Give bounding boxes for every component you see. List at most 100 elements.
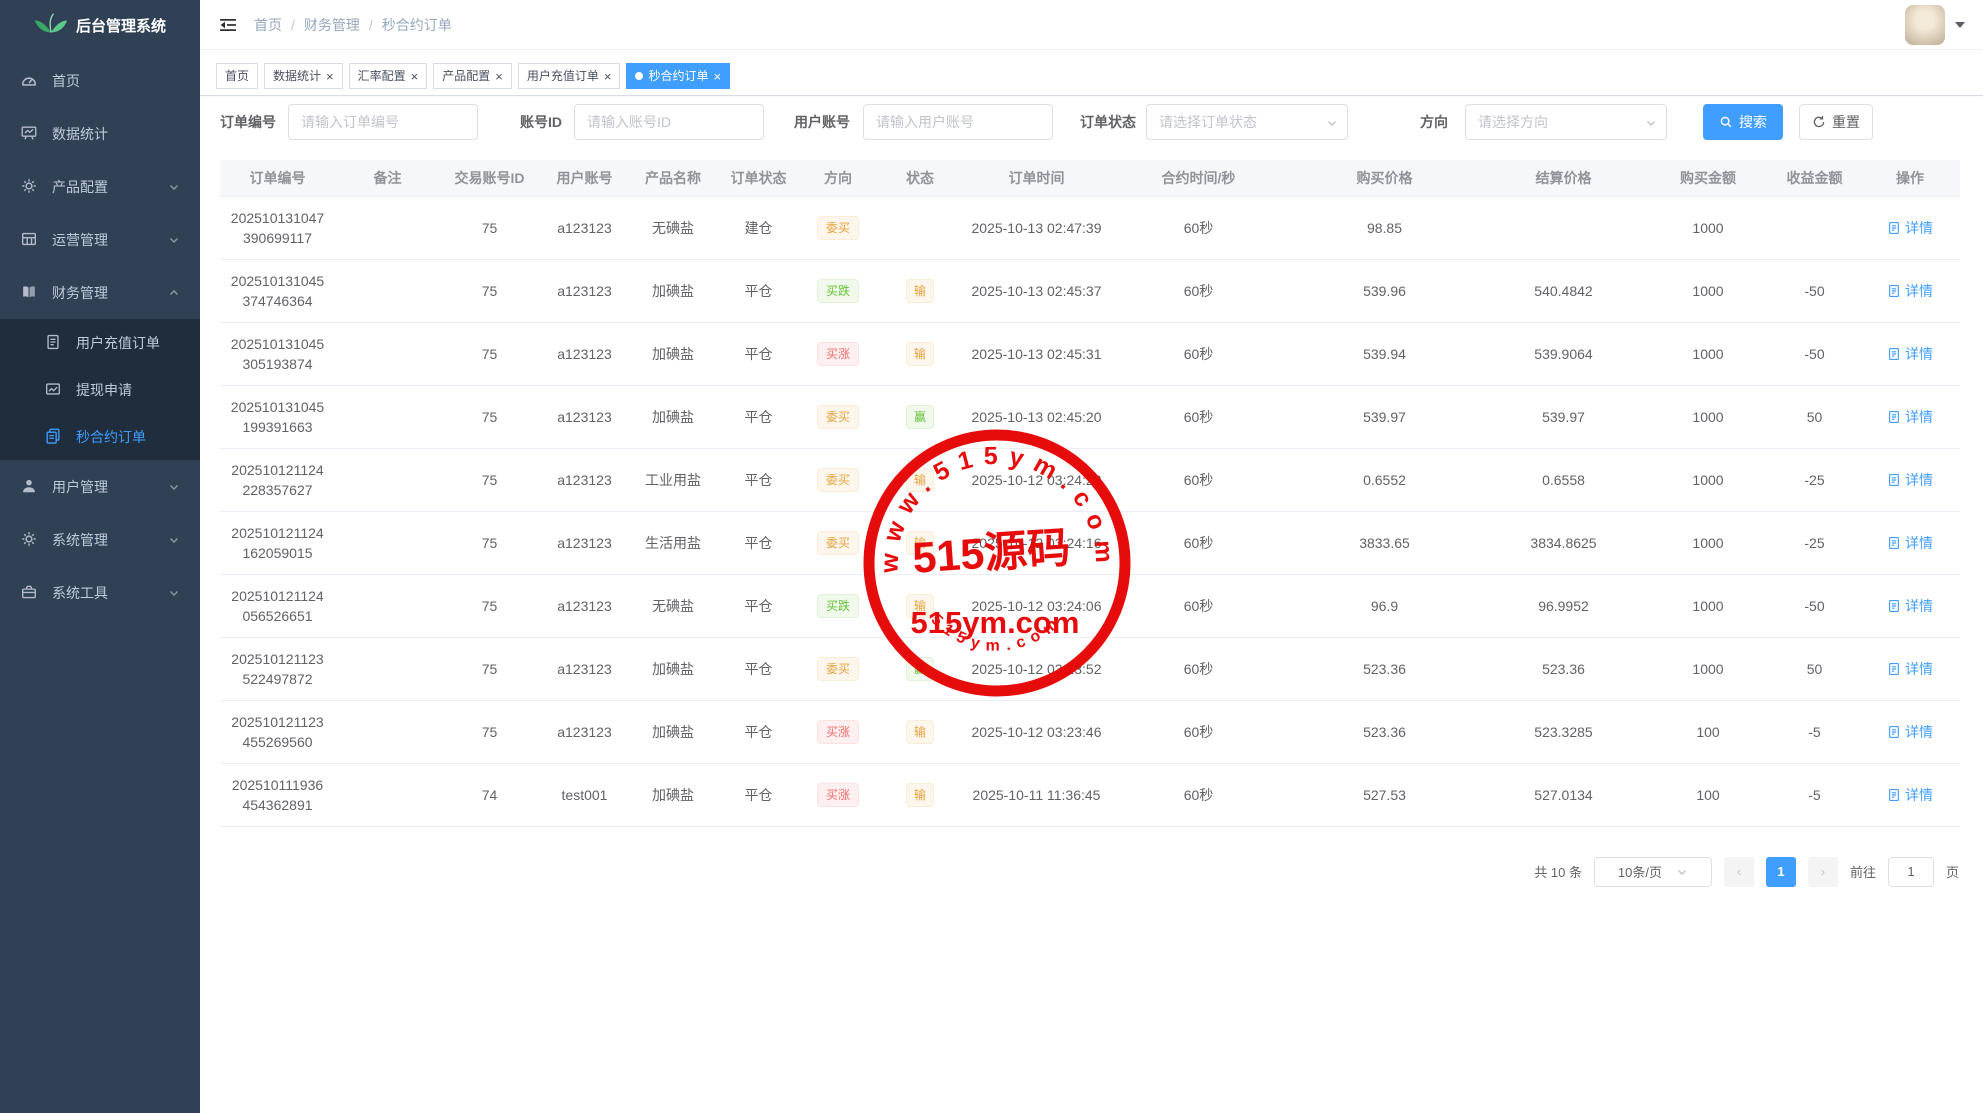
detail-link[interactable]: 详情 <box>1887 218 1933 238</box>
tab-product-config[interactable]: 产品配置 × <box>433 63 512 89</box>
cell-direction: 委买 <box>801 196 875 259</box>
caret-down-icon[interactable] <box>1955 22 1965 28</box>
sidebar-collapse-icon[interactable] <box>218 15 238 35</box>
sidebar-item-withdraw-requests[interactable]: 提现申请 <box>0 366 200 413</box>
detail-link[interactable]: 详情 <box>1887 596 1933 616</box>
cell-duration: 60秒 <box>1108 448 1289 511</box>
close-icon[interactable]: × <box>326 70 334 83</box>
cell-account-id: 75 <box>440 259 539 322</box>
tab-label: 数据统计 <box>273 64 321 88</box>
cell-status: 输 <box>875 259 965 322</box>
search-button[interactable]: 搜索 <box>1703 104 1783 140</box>
sidebar-item-users[interactable]: 用户管理 <box>0 460 200 513</box>
prev-page-button[interactable]: ‹ <box>1724 857 1754 887</box>
detail-link[interactable]: 详情 <box>1887 785 1933 805</box>
detail-link[interactable]: 详情 <box>1887 344 1933 364</box>
cell-actions: 详情 <box>1860 763 1960 826</box>
cell-buy-price: 527.53 <box>1289 763 1480 826</box>
cell-actions: 详情 <box>1860 322 1960 385</box>
sidebar-item-tools[interactable]: 系统工具 <box>0 566 200 619</box>
cell-direction: 买涨 <box>801 763 875 826</box>
withdraw-card-icon <box>44 380 64 400</box>
cell-profit <box>1769 196 1860 259</box>
detail-link[interactable]: 详情 <box>1887 470 1933 490</box>
col-product: 产品名称 <box>630 160 716 196</box>
goto-page-input[interactable] <box>1888 857 1934 887</box>
table-row: 202510131045199391663 75 a123123 加碘盐 平仓 … <box>220 385 1960 448</box>
table-row: 202510131045374746364 75 a123123 加碘盐 平仓 … <box>220 259 1960 322</box>
status-badge: 输 <box>906 783 934 807</box>
page-size-select[interactable]: 10条/页 <box>1594 857 1712 887</box>
col-order-no: 订单编号 <box>220 160 335 196</box>
filter-bar: 订单编号 账号ID 用户账号 订单状态 请选择订单状态 方向 请选择方向 搜索 <box>220 104 1963 140</box>
reset-button[interactable]: 重置 <box>1799 104 1873 140</box>
cell-order-no: 202510121123522497872 <box>220 637 335 700</box>
tab-contract-orders[interactable]: 秒合约订单 × <box>626 63 730 89</box>
tab-exchange-rate[interactable]: 汇率配置 × <box>349 63 428 89</box>
close-icon[interactable]: × <box>713 70 721 83</box>
table-row: 202510121124056526651 75 a123123 无碘盐 平仓 … <box>220 574 1960 637</box>
cell-status: 输 <box>875 700 965 763</box>
cell-direction: 买跌 <box>801 574 875 637</box>
cell-order-status: 平仓 <box>716 385 801 448</box>
tab-statistics[interactable]: 数据统计 × <box>264 63 343 89</box>
document-icon <box>1887 473 1901 487</box>
detail-link[interactable]: 详情 <box>1887 533 1933 553</box>
dashboard-icon <box>20 71 40 91</box>
table-row: 202510131047390699117 75 a123123 无碘盐 建仓 … <box>220 196 1960 259</box>
table-row: 202510121124228357627 75 a123123 工业用盐 平仓… <box>220 448 1960 511</box>
user-avatar[interactable] <box>1905 5 1945 45</box>
detail-link[interactable]: 详情 <box>1887 281 1933 301</box>
sidebar-item-finance[interactable]: 财务管理 <box>0 266 200 319</box>
user-menu[interactable] <box>1905 5 1965 45</box>
status-badge: 输 <box>906 531 934 555</box>
account-id-input[interactable] <box>574 104 764 140</box>
next-page-button[interactable]: › <box>1808 857 1838 887</box>
cell-product: 工业用盐 <box>630 448 716 511</box>
tab-home[interactable]: 首页 <box>216 63 258 89</box>
sidebar-item-label: 首页 <box>52 71 180 91</box>
direction-badge: 委买 <box>817 468 859 492</box>
sidebar-item-label: 运营管理 <box>52 230 168 250</box>
breadcrumb-home[interactable]: 首页 <box>254 15 282 35</box>
user-account-input[interactable] <box>863 104 1053 140</box>
sidebar-item-contract-orders[interactable]: 秒合约订单 <box>0 413 200 460</box>
tab-label: 产品配置 <box>442 64 490 88</box>
sidebar-item-operations[interactable]: 运营管理 <box>0 213 200 266</box>
sidebar-item-home[interactable]: 首页 <box>0 54 200 107</box>
detail-link-label: 详情 <box>1905 785 1933 805</box>
sidebar-item-label: 系统管理 <box>52 530 168 550</box>
breadcrumb-finance: 财务管理 <box>304 15 360 35</box>
close-icon[interactable]: × <box>495 70 503 83</box>
detail-link[interactable]: 详情 <box>1887 407 1933 427</box>
current-page-button[interactable]: 1 <box>1766 857 1796 887</box>
cell-profit: -50 <box>1769 259 1860 322</box>
grid-icon <box>20 230 40 250</box>
sidebar-item-statistics[interactable]: 数据统计 <box>0 107 200 160</box>
account-id-label: 账号ID <box>520 112 562 132</box>
app-logo: 后台管理系统 <box>0 0 200 50</box>
cell-user-account: test001 <box>539 763 630 826</box>
detail-link[interactable]: 详情 <box>1887 659 1933 679</box>
order-status-select[interactable]: 请选择订单状态 <box>1146 104 1348 140</box>
cell-direction: 委买 <box>801 448 875 511</box>
cell-order-status: 平仓 <box>716 448 801 511</box>
tab-recharge-orders[interactable]: 用户充值订单 × <box>518 63 621 89</box>
status-badge: 赢 <box>906 405 934 429</box>
direction-badge: 委买 <box>817 657 859 681</box>
sidebar-item-label: 财务管理 <box>52 283 168 303</box>
sidebar-item-label: 产品配置 <box>52 177 168 197</box>
close-icon[interactable]: × <box>604 70 612 83</box>
close-icon[interactable]: × <box>411 70 419 83</box>
cell-user-account: a123123 <box>539 574 630 637</box>
sidebar-item-product-config[interactable]: 产品配置 <box>0 160 200 213</box>
sidebar-item-recharge-orders[interactable]: 用户充值订单 <box>0 319 200 366</box>
sidebar-item-system[interactable]: 系统管理 <box>0 513 200 566</box>
detail-link[interactable]: 详情 <box>1887 722 1933 742</box>
col-remark: 备注 <box>335 160 440 196</box>
detail-link-label: 详情 <box>1905 659 1933 679</box>
cell-product: 加碘盐 <box>630 385 716 448</box>
direction-select[interactable]: 请选择方向 <box>1465 104 1667 140</box>
refresh-icon <box>1812 115 1826 129</box>
order-no-input[interactable] <box>288 104 478 140</box>
